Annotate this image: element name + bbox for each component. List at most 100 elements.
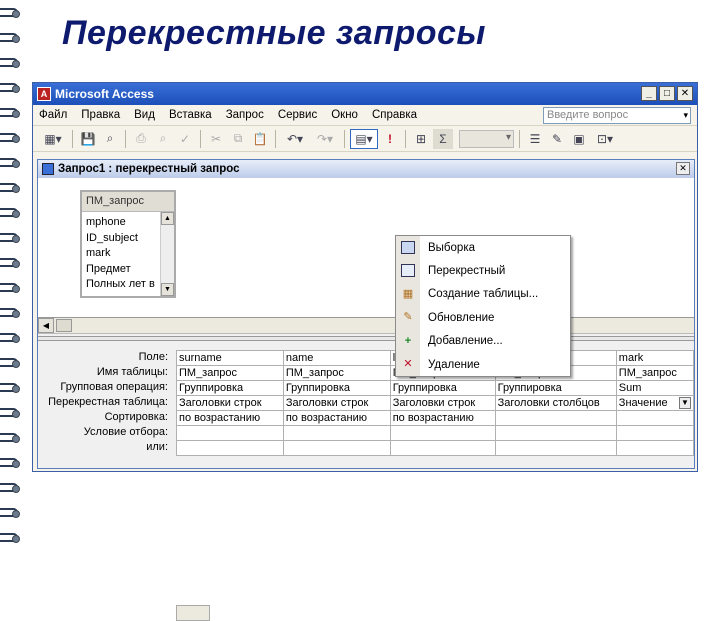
cut-icon[interactable]: ✂ <box>206 129 226 149</box>
grid-cell[interactable]: ПМ_запрос <box>176 365 284 381</box>
top-values-combo[interactable] <box>459 129 514 148</box>
grid-cell[interactable]: Группировка <box>389 380 496 396</box>
table-pane-scrollbar[interactable]: ◀ <box>38 318 694 334</box>
menu-item-delete[interactable]: ✕ Удаление <box>396 353 570 376</box>
run-icon[interactable]: ! <box>380 129 400 149</box>
scroll-left-icon[interactable]: ◀ <box>38 318 54 333</box>
grid-cell[interactable]: mark <box>615 350 695 366</box>
build-icon[interactable]: ✎ <box>547 129 567 149</box>
grid-cell[interactable] <box>615 410 695 426</box>
view-icon[interactable]: ▦▾ <box>39 129 67 149</box>
grid-cell[interactable] <box>494 410 617 426</box>
grid-cell[interactable]: по возрастанию <box>282 410 391 426</box>
chevron-down-icon[interactable]: ▼ <box>679 396 691 409</box>
show-table-icon[interactable]: ⊞ <box>411 129 431 149</box>
grid-cell[interactable]: по возрастанию <box>389 410 496 426</box>
grid-cell[interactable] <box>389 425 496 441</box>
grid-cell[interactable]: Заголовки строк <box>176 395 284 411</box>
spiral-ring <box>0 156 30 170</box>
scroll-up-icon[interactable]: ▲ <box>161 212 174 225</box>
spiral-ring <box>0 381 30 395</box>
menu-insert[interactable]: Вставка <box>169 109 212 121</box>
properties-icon[interactable]: ☰ <box>525 129 545 149</box>
toolbar-separator <box>405 129 406 148</box>
database-window-icon[interactable]: ▣ <box>569 129 589 149</box>
field-list[interactable]: ПМ_запрос mphone ID_subject mark Предмет… <box>80 190 176 298</box>
menu-tools[interactable]: Сервис <box>278 109 317 121</box>
pane-splitter[interactable] <box>38 336 694 341</box>
crosstab-select[interactable]: ▼ Значение <box>615 395 695 411</box>
menu-item-make-table[interactable]: ▦ Создание таблицы... <box>396 283 570 306</box>
grid-cell[interactable] <box>494 425 617 441</box>
grid-cell[interactable]: Заголовки столбцов <box>494 395 617 411</box>
grid-cell[interactable]: ПМ_запрос <box>282 365 391 381</box>
print-icon[interactable]: ⎙ <box>131 129 151 149</box>
help-search-input[interactable]: Введите вопрос ▾ <box>543 107 691 124</box>
close-button[interactable]: ✕ <box>677 86 693 101</box>
grid-cell[interactable]: Sum <box>615 380 695 396</box>
spiral-ring <box>0 81 30 95</box>
grid-cell[interactable]: по возрастанию <box>176 410 284 426</box>
row-label-or: или: <box>146 441 168 453</box>
grid-cell[interactable]: surname <box>176 350 284 366</box>
menu-item-update[interactable]: ✎ Обновление <box>396 306 570 329</box>
copy-icon[interactable]: ⧉ <box>228 129 248 149</box>
grid-cell[interactable]: ПМ_запрос <box>615 365 695 381</box>
spiral-ring <box>0 406 30 420</box>
redo-icon[interactable]: ↷▾ <box>311 129 339 149</box>
toolbar-separator <box>275 129 276 148</box>
row-label-sort: Сортировка: <box>104 411 168 423</box>
grid-cell[interactable]: Заголовки строк <box>282 395 391 411</box>
menu-item-append[interactable]: + Добавление... <box>396 330 570 353</box>
query-icon <box>42 163 54 175</box>
menu-item-crosstab[interactable]: Перекрестный <box>396 259 570 282</box>
grid-cell[interactable] <box>176 425 284 441</box>
undo-icon[interactable]: ↶▾ <box>281 129 309 149</box>
save-icon[interactable]: 💾 <box>78 129 98 149</box>
spiral-ring <box>0 56 30 70</box>
field-list-scrollbar[interactable]: ▲ ▼ <box>160 212 174 296</box>
field-list-title: ПМ_запрос <box>82 192 174 212</box>
menu-view[interactable]: Вид <box>134 109 155 121</box>
spiral-ring <box>0 256 30 270</box>
query-close-button[interactable]: ✕ <box>676 162 690 175</box>
minimize-button[interactable]: _ <box>641 86 657 101</box>
maximize-button[interactable]: □ <box>659 86 675 101</box>
menu-help[interactable]: Справка <box>372 109 417 121</box>
grid-cell[interactable]: Группировка <box>282 380 391 396</box>
field-item[interactable]: Полных лет в <box>86 277 164 293</box>
scroll-down-icon[interactable]: ▼ <box>161 283 174 296</box>
spiral-ring <box>0 31 30 45</box>
grid-cell[interactable]: Группировка <box>494 380 617 396</box>
grid-scrollbar[interactable] <box>176 605 210 621</box>
paste-icon[interactable]: 📋 <box>250 129 270 149</box>
new-object-icon[interactable]: ⊡▾ <box>591 129 619 149</box>
menu-window[interactable]: Окно <box>331 109 358 121</box>
grid-cell[interactable] <box>615 425 695 441</box>
menu-query[interactable]: Запрос <box>226 109 264 121</box>
chevron-down-icon[interactable]: ▾ <box>683 108 688 123</box>
scroll-thumb[interactable] <box>56 319 72 332</box>
totals-icon[interactable]: Σ <box>433 128 453 149</box>
search-icon[interactable]: ⌕ <box>100 129 120 149</box>
spelling-icon[interactable]: ✓ <box>175 129 195 149</box>
spiral-ring <box>0 481 30 495</box>
query-type-button[interactable]: ▤▾ <box>350 128 378 149</box>
menu-edit[interactable]: Правка <box>81 109 120 121</box>
query-type-menu: Выборка Перекрестный ▦ Создание таблицы.… <box>395 235 571 377</box>
grid-cell[interactable]: name <box>282 350 391 366</box>
grid-cell[interactable]: Заголовки строк <box>389 395 496 411</box>
grid-cell[interactable] <box>389 440 496 456</box>
grid-cell[interactable]: Группировка <box>176 380 284 396</box>
grid-cell[interactable] <box>282 425 391 441</box>
toolbar-separator <box>72 129 73 148</box>
grid-cell[interactable] <box>494 440 617 456</box>
menu-file[interactable]: Файл <box>39 109 67 121</box>
print-preview-icon[interactable]: ⌕ <box>153 129 173 149</box>
grid-cell[interactable] <box>282 440 391 456</box>
grid-cell[interactable] <box>176 440 284 456</box>
spiral-ring <box>0 131 30 145</box>
grid-cell[interactable] <box>615 440 695 456</box>
menu-item-select[interactable]: Выборка <box>396 236 570 259</box>
toolbar-separator <box>519 129 520 148</box>
